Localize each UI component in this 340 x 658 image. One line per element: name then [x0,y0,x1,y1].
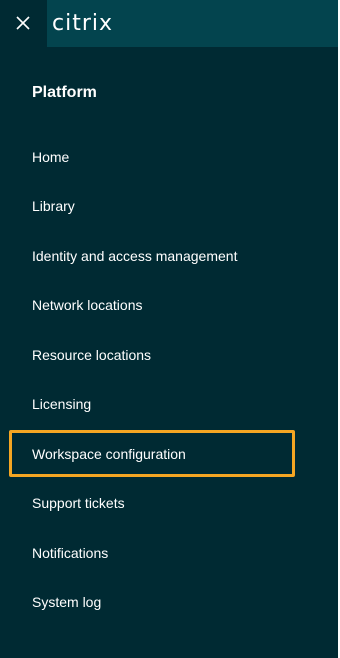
nav-item-library[interactable]: Library [32,194,75,218]
close-button[interactable] [0,0,47,47]
nav-item-support-tickets[interactable]: Support tickets [32,491,125,515]
nav-item-workspace-configuration[interactable]: Workspace configuration [32,442,186,466]
nav-item-network-locations[interactable]: Network locations [32,293,143,317]
nav-item-home[interactable]: Home [32,145,69,169]
nav-item-identity-and-access-management[interactable]: Identity and access management [32,244,237,268]
nav-item-resource-locations[interactable]: Resource locations [32,343,151,367]
nav-item-licensing[interactable]: Licensing [32,392,91,416]
nav-item-system-log[interactable]: System log [32,590,101,614]
citrix-logo: citrix [52,11,114,36]
nav-item-notifications[interactable]: Notifications [32,541,108,565]
close-icon [16,16,30,30]
top-bar: citrix [0,0,338,47]
navigation-panel: citrix Platform Home Library Identity an… [0,0,338,658]
section-title-platform: Platform [32,84,97,101]
